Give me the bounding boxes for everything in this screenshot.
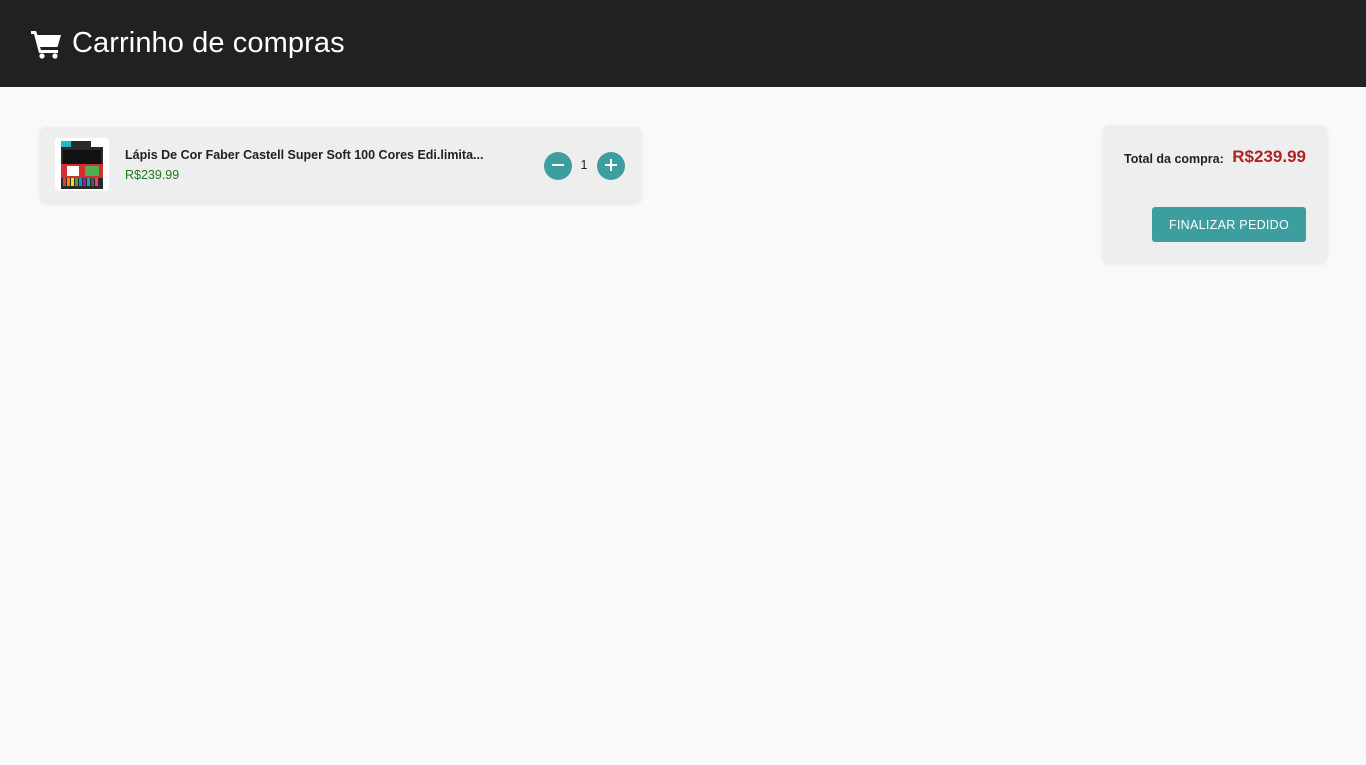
app-header: Carrinho de compras [0,0,1366,87]
plus-icon [605,158,617,174]
increase-quantity-button[interactable] [597,152,625,180]
total-label: Total da compra: [1124,152,1224,166]
product-thumbnail [55,138,109,191]
cart-item: Lápis De Cor Faber Castell Super Soft 10… [40,127,641,202]
cart-content: Lápis De Cor Faber Castell Super Soft 10… [0,87,1366,765]
shopping-cart-icon [30,28,62,60]
product-name: Lápis De Cor Faber Castell Super Soft 10… [125,148,484,162]
checkout-button[interactable]: FINALIZAR PEDIDO [1152,207,1306,242]
minus-icon [552,159,564,174]
page-title: Carrinho de compras [72,27,345,59]
decrease-quantity-button[interactable] [544,152,572,180]
total-value: R$239.99 [1232,147,1306,166]
order-summary: Total da compra: R$239.99 FINALIZAR PEDI… [1103,125,1327,262]
product-price: R$239.99 [125,168,180,182]
quantity-value: 1 [580,158,588,172]
